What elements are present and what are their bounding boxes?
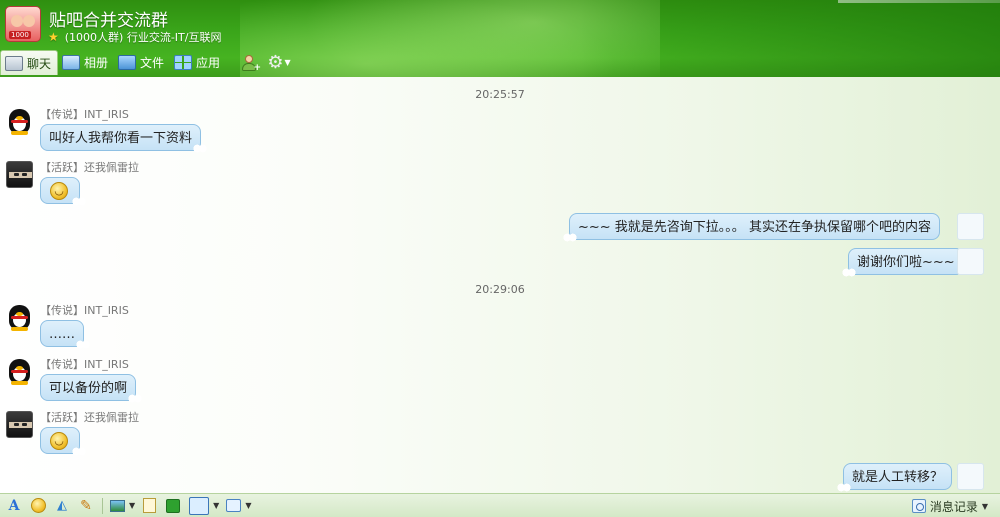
history-icon: [911, 499, 926, 513]
window-control-strip: [838, 0, 1000, 3]
chevron-down-icon: ▼: [981, 501, 988, 511]
group-info-text: (1000人群) 行业交流-IT/互联网: [64, 31, 222, 44]
tab-album[interactable]: 相册: [58, 50, 114, 75]
apps-icon: [174, 55, 193, 70]
toolbar-divider: [102, 497, 103, 514]
input-toolbar: A ◭ ✎ ▼ ▼ ▼ 消息记录 ▼: [0, 493, 1000, 517]
message-history-button[interactable]: 消息记录 ▼: [908, 496, 992, 516]
my-message-bubble: ~~~ 我就是先咨询下拉。。。 其实还在争执保留哪个吧的内容: [563, 213, 940, 242]
chevron-down-icon[interactable]: ▼: [245, 501, 251, 510]
settings-button[interactable]: ⚙ ▼: [262, 50, 296, 75]
chevron-down-icon[interactable]: ▼: [129, 501, 135, 510]
pen-icon[interactable]: ✎: [76, 496, 96, 516]
penguin-avatar[interactable]: [6, 304, 33, 331]
shake-icon[interactable]: ◭: [52, 496, 72, 516]
group-title[interactable]: 贴吧合并交流群: [49, 6, 168, 31]
smiley-emoji-icon: ◡: [50, 182, 68, 200]
penguin-avatar[interactable]: [6, 358, 33, 385]
group-avatar[interactable]: 1000: [5, 6, 41, 42]
smiley-emoji-icon: ◡: [50, 432, 68, 450]
add-member-icon: +: [240, 54, 261, 73]
star-icon: ★: [48, 30, 59, 44]
image-icon: [109, 499, 125, 512]
message-icon: [225, 499, 241, 512]
app-icon: [166, 498, 181, 513]
my-message-bubble: 就是人工转移？: [836, 463, 953, 492]
sender-name[interactable]: 【活跃】还我佩雷拉: [40, 409, 139, 425]
face-icon: [30, 498, 46, 513]
message-bubble: 可以备份的啊: [40, 374, 143, 403]
folder-icon: [118, 55, 137, 70]
my-message-bubble: 谢谢你们啦~~~: [842, 248, 964, 277]
message-history-label: 消息记录: [929, 499, 978, 514]
group-header: 1000 贴吧合并交流群 ★ (1000人群) 行业交流-IT/互联网 聊天 相…: [0, 0, 1000, 77]
chevron-down-icon[interactable]: ▼: [213, 501, 219, 510]
tab-chat-label: 聊天: [27, 56, 52, 71]
font-icon[interactable]: A: [4, 496, 24, 516]
my-avatar[interactable]: [957, 248, 984, 275]
sender-name[interactable]: 【活跃】还我佩雷拉: [40, 159, 139, 175]
message-bubble: ……: [40, 320, 90, 349]
timestamp: 20:29:06: [475, 283, 525, 296]
group-size-tag: 1000: [9, 31, 31, 39]
my-avatar[interactable]: [957, 463, 984, 490]
screenshot-button[interactable]: [187, 496, 211, 516]
message-bubble: ◡: [40, 427, 86, 456]
tab-album-label: 相册: [84, 56, 109, 70]
message-button[interactable]: [223, 496, 243, 516]
document-button[interactable]: [139, 496, 159, 516]
album-icon: [62, 55, 81, 70]
tab-bar: 聊天 相册 文件 应用 + ⚙ ▼: [0, 49, 296, 76]
image-button[interactable]: [107, 496, 127, 516]
message-bubble: ◡: [40, 177, 86, 206]
group-info: ★ (1000人群) 行业交流-IT/互联网: [48, 29, 221, 45]
document-icon: [142, 498, 156, 513]
ninja-avatar[interactable]: [6, 411, 33, 438]
ninja-avatar[interactable]: [6, 161, 33, 188]
tab-files-label: 文件: [140, 56, 165, 70]
message-bubble: 叫好人我帮你看一下资料: [40, 124, 208, 153]
tab-chat[interactable]: 聊天: [0, 50, 59, 75]
screenshot-icon: [189, 496, 210, 515]
chat-icon: [5, 55, 23, 71]
face-button[interactable]: [28, 496, 48, 516]
tab-apps[interactable]: 应用: [170, 50, 226, 75]
tab-files[interactable]: 文件: [114, 50, 170, 75]
chat-history[interactable]: 20:25:57 【传说】INT_IRIS 叫好人我帮你看一下资料 【活跃】还我…: [0, 77, 1000, 493]
sender-name[interactable]: 【传说】INT_IRIS: [40, 356, 129, 372]
timestamp: 20:25:57: [475, 88, 525, 101]
sender-name[interactable]: 【传说】INT_IRIS: [40, 302, 129, 318]
sender-name[interactable]: 【传说】INT_IRIS: [40, 106, 129, 122]
app-button[interactable]: [163, 496, 183, 516]
my-avatar[interactable]: [957, 213, 984, 240]
chevron-down-icon: ▼: [284, 58, 291, 67]
penguin-avatar[interactable]: [6, 108, 33, 135]
add-member-button[interactable]: +: [236, 50, 262, 75]
gear-icon: ⚙: [267, 52, 284, 73]
tab-apps-label: 应用: [196, 56, 221, 70]
